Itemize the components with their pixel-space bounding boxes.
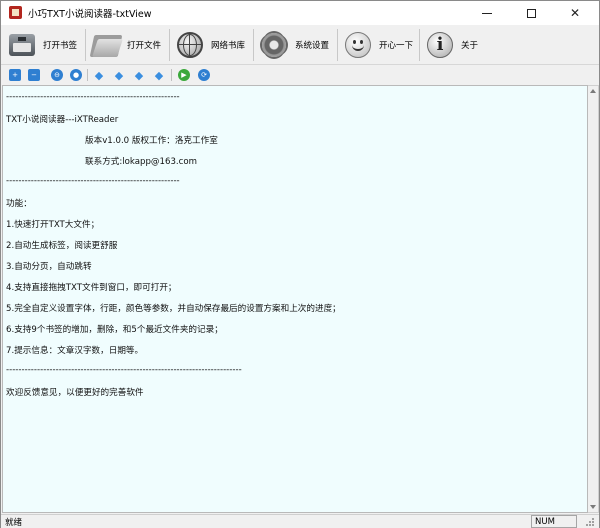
prev-page-icon: ◆ (114, 68, 124, 82)
bookmark-disk-icon (7, 30, 37, 60)
toolbar-separator (169, 29, 170, 61)
fun-button[interactable]: 开心一下 (343, 27, 413, 63)
small-toolbar: + − ⊖ ● ◆ ◆ ◆ ◆ ▶ ⟳ (1, 66, 599, 84)
font-button[interactable]: ⊖ (51, 69, 63, 81)
last-page-icon: ◆ (154, 68, 164, 82)
settings-button[interactable]: 系统设置 (259, 27, 329, 63)
text-line: 5.完全自定义设置字体，行距，颜色等参数，并自动保存最后的设置方案和上次的进度； (6, 304, 341, 314)
fun-label: 开心一下 (379, 41, 414, 51)
reader-text-area[interactable]: ----------------------------------------… (2, 85, 588, 513)
open-file-label: 打开文件 (127, 41, 162, 51)
folder-icon (89, 30, 123, 60)
text-line: 功能： (6, 199, 32, 209)
close-button[interactable]: ✕ (553, 1, 597, 25)
text-line: 2.自动生成标签，阅读更舒服 (6, 241, 118, 251)
color-icon: ● (72, 70, 80, 79)
toolbar-separator (171, 69, 172, 81)
app-window: 小巧TXT小说阅读器-txtView ✕ 打开书签 打开文件 网络书库 系统设置… (0, 0, 600, 528)
next-page-icon: ◆ (134, 68, 144, 82)
text-line: 联系方式:lokapp@163.com (85, 157, 197, 167)
main-toolbar: 打开书签 打开文件 网络书库 系统设置 开心一下 i 关于 (1, 25, 599, 65)
separator-line: ----------------------------------------… (6, 365, 242, 375)
font-icon: ⊖ (54, 70, 60, 79)
num-lock-indicator: NUM (531, 515, 577, 528)
toolbar-separator (253, 29, 254, 61)
status-bar: 就绪 NUM (1, 514, 599, 528)
online-library-label: 网络书库 (211, 41, 246, 51)
toolbar-separator (85, 29, 86, 61)
plus-button[interactable]: + (9, 69, 21, 81)
first-page-icon: ◆ (94, 68, 104, 82)
separator-line: ----------------------------------------… (6, 176, 180, 186)
text-line: 3.自动分页，自动跳转 (6, 262, 92, 272)
smile-icon (343, 30, 373, 60)
refresh-icon: ⟳ (201, 70, 207, 79)
refresh-button[interactable]: ⟳ (198, 69, 210, 81)
maximize-icon (526, 8, 536, 18)
text-line: TXT小说阅读器---iXTReader (6, 115, 119, 125)
online-library-button[interactable]: 网络书库 (175, 27, 245, 63)
minimize-icon (482, 12, 492, 14)
resize-grip-icon[interactable] (583, 517, 595, 527)
title-bar: 小巧TXT小说阅读器-txtView ✕ (1, 1, 599, 25)
toolbar-separator (337, 29, 338, 61)
separator-line: ----------------------------------------… (6, 92, 180, 102)
scroll-up-icon[interactable] (590, 89, 596, 93)
minimize-button[interactable] (465, 1, 509, 25)
plus-icon: + (12, 70, 18, 79)
first-page-button[interactable]: ◆ (93, 69, 105, 81)
toolbar-separator (419, 29, 420, 61)
about-button[interactable]: i 关于 (425, 27, 478, 63)
text-line: 欢迎反馈意见，以便更好的完善软件 (6, 388, 144, 398)
app-icon (9, 6, 22, 19)
maximize-button[interactable] (509, 1, 553, 25)
window-title: 小巧TXT小说阅读器-txtView (28, 9, 152, 20)
vertical-scrollbar[interactable] (588, 85, 599, 513)
next-page-button[interactable]: ◆ (133, 69, 145, 81)
text-line: 7.提示信息：文章汉字数，日期等。 (6, 346, 144, 356)
minus-button[interactable]: − (28, 69, 40, 81)
text-line: 1.快速打开TXT大文件； (6, 220, 100, 230)
prev-page-button[interactable]: ◆ (113, 69, 125, 81)
open-bookmark-button[interactable]: 打开书签 (7, 27, 77, 63)
toolbar-separator (87, 69, 88, 81)
color-button[interactable]: ● (70, 69, 82, 81)
about-label: 关于 (461, 41, 479, 51)
play-button[interactable]: ▶ (178, 69, 190, 81)
close-icon: ✕ (569, 6, 581, 20)
settings-label: 系统设置 (295, 41, 330, 51)
info-icon: i (425, 30, 455, 60)
gear-icon (259, 30, 289, 60)
play-icon: ▶ (181, 70, 187, 79)
scroll-down-icon[interactable] (590, 505, 596, 509)
last-page-button[interactable]: ◆ (153, 69, 165, 81)
open-file-button[interactable]: 打开文件 (89, 27, 162, 63)
open-bookmark-label: 打开书签 (43, 41, 78, 51)
globe-icon (175, 30, 205, 60)
minus-icon: − (31, 70, 37, 79)
status-text: 就绪 (5, 518, 23, 528)
text-line: 6.支持9个书签的增加，删除，和5个最近文件夹的记录； (6, 325, 223, 335)
text-line: 4.支持直接拖拽TXT文件到窗口，即可打开； (6, 283, 177, 293)
text-line: 版本v1.0.0 版权工作：洛克工作室 (85, 136, 218, 146)
